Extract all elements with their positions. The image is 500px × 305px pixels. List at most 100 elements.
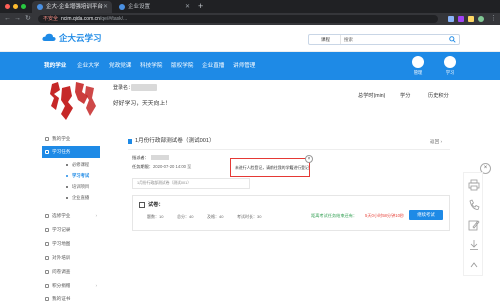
browser-window: { "browser": { "tabs": [ {"title": "企大-企… <box>0 0 500 305</box>
cloud-logo-icon <box>42 33 56 41</box>
nav-study[interactable]: 学习 <box>440 56 460 78</box>
up-icon[interactable] <box>468 259 480 271</box>
bullet-icon <box>66 175 68 177</box>
stat-total-hours: 总学时(min) <box>358 93 386 99</box>
search-icon[interactable] <box>449 36 456 43</box>
close-tab-icon[interactable]: ✕ <box>103 1 108 13</box>
sidebar-item-label: 我的学业 <box>52 136 71 141</box>
chevron-right-icon: › <box>95 283 98 288</box>
zoom-window-button[interactable] <box>21 4 26 9</box>
nav-item-copyright[interactable]: 版权学院 <box>171 52 193 80</box>
bullet-icon <box>66 197 68 199</box>
manage-icon <box>412 56 424 68</box>
nav-item-live[interactable]: 企业直播 <box>202 52 224 80</box>
browser-tab[interactable]: 企业设置 ✕ <box>114 1 194 13</box>
sidebar-item-survey[interactable]: 问卷调查 <box>42 266 100 278</box>
map-icon <box>45 242 49 246</box>
assigner-redacted <box>150 155 169 161</box>
profile-banner: 登录名： 好好学习，天天向上！ 总学时(min) 学分 历史积分 <box>0 80 500 125</box>
sidebar: 我的学业 学习任务 必修课程 学习考试 培训项目 企业直播 选修学业 › 学习记… <box>42 129 100 305</box>
sidebar-sub-label: 必修课程 <box>72 162 90 167</box>
new-tab-button[interactable]: + <box>198 0 203 13</box>
paper-heading: 试卷： <box>148 202 164 208</box>
close-tab-icon[interactable]: ✕ <box>185 1 190 13</box>
reload-icon[interactable]: ↻ <box>25 13 31 25</box>
sidebar-item-label: 选修学业 <box>52 213 71 218</box>
time-remaining-value: 5天0小时58分钟10秒 <box>365 213 405 218</box>
sidebar-sub-exam[interactable]: 学习考试 <box>42 171 100 181</box>
print-icon[interactable] <box>468 179 480 191</box>
tab-title: 企业设置 <box>128 4 151 10</box>
training-icon <box>45 256 49 260</box>
sidebar-item-elective[interactable]: 选修学业 › <box>42 210 100 222</box>
nav-item-my-study[interactable]: 我的学业 <box>44 52 66 80</box>
stat-history-points: 历史积分 <box>428 93 449 99</box>
nav-item-party[interactable]: 党政党课 <box>109 52 131 80</box>
site-favicon-icon <box>119 4 125 10</box>
sidebar-item-map[interactable]: 学习地图 <box>42 238 100 250</box>
nav-manage-label: 管理 <box>413 70 423 75</box>
browser-toolbar: ← → ↻ 不安全 ncim.qida.com.cn/qe/#/task/... … <box>0 13 500 25</box>
edit-icon[interactable] <box>468 219 480 231</box>
url-host: ncim.qida.com.cn <box>61 16 100 22</box>
browser-tab-active[interactable]: 企大-企业增强培训平台 ✕ <box>32 1 112 13</box>
extension-icon[interactable] <box>458 16 464 22</box>
nav-item-tech[interactable]: 科技学院 <box>140 52 162 80</box>
bullet-icon <box>66 164 68 166</box>
sidebar-item-label: 学习任务 <box>52 149 71 154</box>
sidebar-item-label: 学习记录 <box>52 227 71 232</box>
browser-menu-icon[interactable]: ⋮ <box>490 13 497 25</box>
tab-title: 企大-企业增强培训平台 <box>46 4 103 10</box>
question-count: 题数：10 <box>147 214 164 219</box>
nav-item-lecturer[interactable]: 讲师管理 <box>233 52 255 80</box>
back-label: 返回 <box>429 139 440 144</box>
site-logo-text[interactable]: 企大云学习 <box>59 32 102 44</box>
assigner-label: 指派者： <box>132 155 149 160</box>
stat-credits: 学分 <box>400 93 411 99</box>
extension-icon[interactable] <box>468 16 474 22</box>
browser-tabstrip: 企大-企业增强培训平台 ✕ 企业设置 ✕ + <box>0 0 500 13</box>
main-nav: 我的学业 企业大学 党政党课 科技学院 版权学院 企业直播 讲师管理 管理 学习 <box>0 52 500 80</box>
search-category-select[interactable]: 课程 <box>311 35 341 44</box>
tip-message: 未进行人脸登记，请前往我的学籍进行登记 <box>235 165 309 170</box>
extension-icon[interactable] <box>448 16 454 22</box>
elective-icon <box>45 214 49 218</box>
site-header: 企大云学习 课程 搜索 <box>0 25 500 52</box>
close-window-button[interactable] <box>5 4 10 9</box>
bullet-icon <box>66 186 68 188</box>
nav-item-university[interactable]: 企业大学 <box>77 52 99 80</box>
download-icon[interactable] <box>468 239 480 251</box>
profile-motto: 好好学习，天天向上！ <box>113 101 171 107</box>
profile-avatar[interactable] <box>478 16 484 22</box>
forward-arrow-icon[interactable]: → <box>14 13 21 25</box>
account-name-redacted <box>131 84 157 91</box>
pass-score: 及格：40 <box>207 214 224 219</box>
exam-paper-card: 试卷： 题数：10 总分：40 及格：40 考试时长：30 距离考试任务结束还有… <box>132 195 450 231</box>
continue-exam-button[interactable]: 继续考试 <box>409 210 443 220</box>
back-arrow-icon[interactable]: ← <box>4 13 11 25</box>
sidebar-item-points[interactable]: 积分捐赠 › <box>42 280 100 292</box>
minimize-window-button[interactable] <box>13 4 18 9</box>
sidebar-sub-program[interactable]: 培训项目 <box>42 182 100 192</box>
exam-title: 1月份行政部测试卷（测试001） <box>128 137 215 146</box>
book-icon <box>45 137 49 141</box>
sidebar-sub-live[interactable]: 企业直播 <box>42 193 100 203</box>
nav-manage[interactable]: 管理 <box>408 56 428 78</box>
close-icon[interactable]: × <box>305 155 313 163</box>
sidebar-item-certificate[interactable]: 我的证书 <box>42 293 100 305</box>
sidebar-sub-required[interactable]: 必修课程 <box>42 160 100 170</box>
search-input[interactable]: 搜索 <box>344 35 444 44</box>
phone-icon[interactable] <box>468 199 480 211</box>
sidebar-item-records[interactable]: 学习记录 <box>42 224 100 236</box>
url-path: /qe/#/task/... <box>99 16 128 22</box>
sidebar-item-training[interactable]: 对外培训 <box>42 252 100 264</box>
sidebar-item-my-study[interactable]: 我的学业 <box>42 133 100 145</box>
address-bar[interactable]: 不安全 ncim.qida.com.cn/qe/#/task/... <box>38 15 438 23</box>
back-link[interactable]: 返回 › <box>430 137 442 146</box>
sidebar-item-tasks[interactable]: 学习任务 <box>42 146 100 158</box>
survey-icon <box>45 270 49 274</box>
site-search: 课程 搜索 <box>308 34 460 45</box>
account-label: 登录名： <box>113 85 134 91</box>
record-icon <box>45 228 49 232</box>
security-warning: 不安全 <box>43 16 59 22</box>
